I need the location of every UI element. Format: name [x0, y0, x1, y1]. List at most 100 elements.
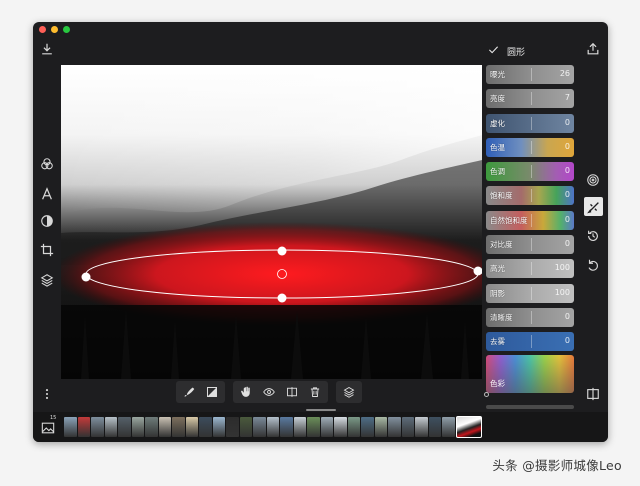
- thumbnail[interactable]: [374, 417, 387, 437]
- thumbnail[interactable]: [280, 417, 293, 437]
- crop-icon[interactable]: [38, 241, 56, 259]
- slider-value: 0: [564, 214, 570, 224]
- tool-group-layers: [336, 381, 362, 403]
- thumbnail[interactable]: [347, 417, 360, 437]
- photos-icon[interactable]: [41, 420, 55, 434]
- slider-value: 7: [564, 93, 570, 103]
- thumbnail[interactable]: [401, 417, 414, 437]
- thumbnail[interactable]: [131, 417, 144, 437]
- thumbnail[interactable]: [307, 417, 320, 437]
- slider-value: 0: [564, 117, 570, 127]
- slider-thumb[interactable]: [531, 92, 532, 106]
- slider-value: 0: [564, 190, 570, 200]
- thumbnail[interactable]: [172, 417, 185, 437]
- slider-shadows[interactable]: 阴影 100: [486, 283, 574, 303]
- slider-value: 100: [554, 263, 570, 273]
- compare-icon[interactable]: [584, 385, 602, 403]
- thumbnail[interactable]: [361, 417, 374, 437]
- slider-value: 0: [564, 311, 570, 321]
- window-controls: [39, 26, 70, 33]
- slider-vibrance[interactable]: 自然饱和度 0: [486, 210, 574, 230]
- thumbnail[interactable]: [158, 417, 171, 437]
- history-icon[interactable]: [584, 227, 602, 245]
- download-icon[interactable]: [38, 40, 56, 58]
- mask-icon[interactable]: [38, 212, 56, 230]
- thumbnail[interactable]: [266, 417, 279, 437]
- thumbnail-active[interactable]: [455, 416, 482, 438]
- more-icon[interactable]: [38, 385, 56, 403]
- gradient-icon[interactable]: [202, 382, 222, 402]
- thumbnail[interactable]: [320, 417, 333, 437]
- color-label: 色彩: [490, 379, 505, 388]
- slider-label: 色温: [490, 142, 505, 152]
- thumbnail[interactable]: [226, 417, 239, 437]
- slider-thumb[interactable]: [531, 310, 532, 324]
- thumbnail[interactable]: [442, 417, 455, 437]
- close-window-button[interactable]: [39, 26, 46, 33]
- slider-brightness[interactable]: 亮度 7: [486, 89, 574, 109]
- layers-toolbar-icon[interactable]: [339, 382, 359, 402]
- thumbnail[interactable]: [145, 417, 158, 437]
- slider-thumb[interactable]: [531, 238, 532, 252]
- trash-icon[interactable]: [305, 382, 325, 402]
- slider-thumb[interactable]: [531, 140, 532, 154]
- hand-icon[interactable]: [236, 382, 256, 402]
- slider-label: 高光: [490, 264, 505, 274]
- thumbnail[interactable]: [253, 417, 266, 437]
- thumbnail[interactable]: [388, 417, 401, 437]
- photo-canvas[interactable]: [61, 65, 482, 379]
- thumbnail[interactable]: [199, 417, 212, 437]
- slider-label: 饱和度: [490, 191, 513, 201]
- text-icon[interactable]: [38, 185, 56, 203]
- slider-thumb[interactable]: [531, 335, 532, 349]
- thumbnail[interactable]: [334, 417, 347, 437]
- panel-scroll-indicator[interactable]: [484, 392, 489, 397]
- slider-thumb[interactable]: [531, 116, 532, 130]
- thumbnail[interactable]: [212, 417, 225, 437]
- slider-contrast[interactable]: 对比度 0: [486, 235, 574, 255]
- slider-thumb[interactable]: [531, 189, 532, 203]
- radial-filter-icon[interactable]: [584, 171, 602, 189]
- slider-thumb[interactable]: [531, 165, 532, 179]
- thumbnail[interactable]: [239, 417, 252, 437]
- brush-icon[interactable]: [179, 382, 199, 402]
- brush-off-icon[interactable]: [584, 197, 603, 216]
- minimize-window-button[interactable]: [51, 26, 58, 33]
- app-window: 圆形 曝光 26 亮度 7 虚化 0 色温 0 色调 0 饱和度 0 自然饱和度 0 对比度 0 高光 100 阴影…: [33, 22, 608, 442]
- slider-thumb[interactable]: [531, 286, 532, 300]
- zoom-window-button[interactable]: [63, 26, 70, 33]
- slider-thumb[interactable]: [531, 213, 532, 227]
- slider-highlights[interactable]: 高光 100: [486, 259, 574, 279]
- slider-label: 清晰度: [490, 312, 513, 322]
- thumbnail[interactable]: [415, 417, 428, 437]
- slider-label: 亮度: [490, 94, 505, 104]
- split-view-icon[interactable]: [282, 382, 302, 402]
- thumbnail[interactable]: [428, 417, 441, 437]
- slider-exposure[interactable]: 曝光 26: [486, 65, 574, 84]
- slider-tint[interactable]: 色调 0: [486, 162, 574, 182]
- undo-icon[interactable]: [584, 256, 602, 274]
- slider-clarity[interactable]: 清晰度 0: [486, 307, 574, 327]
- slider-thumb[interactable]: [531, 68, 532, 81]
- eye-icon[interactable]: [259, 382, 279, 402]
- color-picker[interactable]: 色彩: [486, 355, 574, 393]
- share-icon[interactable]: [584, 40, 602, 58]
- thumbnail[interactable]: [104, 417, 117, 437]
- layers-icon[interactable]: [38, 271, 56, 289]
- thumbnail[interactable]: [91, 417, 104, 437]
- thumbnail-strip: [64, 416, 482, 438]
- slider-thumb[interactable]: [531, 262, 532, 276]
- slider-temperature[interactable]: 色温 0: [486, 137, 574, 157]
- thumbnail[interactable]: [293, 417, 306, 437]
- thumbnail[interactable]: [185, 417, 198, 437]
- slider-saturation[interactable]: 饱和度 0: [486, 186, 574, 206]
- color-filter-icon[interactable]: [38, 155, 56, 173]
- slider-value: 0: [564, 239, 570, 249]
- slider-blur[interactable]: 虚化 0: [486, 113, 574, 133]
- thumbnail[interactable]: [64, 417, 77, 437]
- thumbnail[interactable]: [118, 417, 131, 437]
- confirm-icon[interactable]: [488, 44, 499, 58]
- thumbnail[interactable]: [77, 417, 90, 437]
- slider-label: 自然饱和度: [490, 215, 528, 225]
- slider-dehaze[interactable]: 去雾 0: [486, 332, 574, 352]
